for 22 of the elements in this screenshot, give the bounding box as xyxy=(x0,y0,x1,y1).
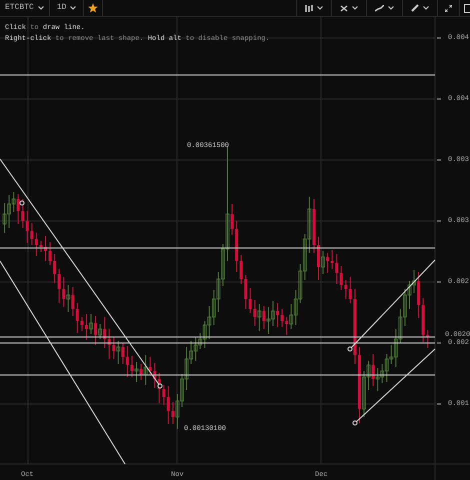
trend-line[interactable] xyxy=(354,348,436,424)
line-handle[interactable] xyxy=(352,420,358,426)
line-handle[interactable] xyxy=(20,200,24,206)
caret-icon xyxy=(38,6,44,10)
interval-dropdown[interactable]: 1D xyxy=(50,0,84,16)
trend-line[interactable] xyxy=(350,260,436,350)
candlestick-icon xyxy=(305,4,313,12)
cross-icon xyxy=(340,4,348,12)
line-tool-icon xyxy=(375,4,384,12)
caret-icon xyxy=(388,6,394,10)
caret-icon xyxy=(423,6,429,10)
caret-icon xyxy=(70,6,76,10)
trend-line[interactable] xyxy=(0,260,126,464)
caret-icon xyxy=(352,6,358,10)
caret-icon xyxy=(317,6,323,10)
expand-icon xyxy=(445,4,452,12)
trend-line[interactable] xyxy=(0,158,160,386)
pencil-icon xyxy=(411,4,419,12)
line-handle[interactable] xyxy=(158,384,162,388)
symbol-dropdown[interactable]: ETCBTC xyxy=(0,0,50,16)
line-handle[interactable] xyxy=(348,346,352,352)
window-button[interactable] xyxy=(459,0,470,16)
